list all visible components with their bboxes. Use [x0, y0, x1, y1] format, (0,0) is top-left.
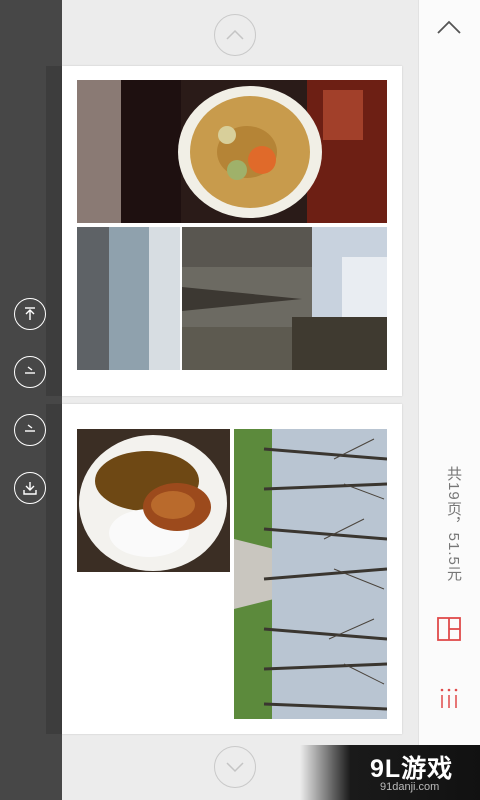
photo-sea[interactable]: [77, 227, 180, 370]
menu-button[interactable]: [439, 686, 459, 710]
park-image: [234, 429, 387, 719]
site-watermark: 9L游戏 91danji.com: [300, 745, 480, 800]
scroll-up-button[interactable]: [214, 14, 256, 56]
right-sidebar: [418, 0, 480, 800]
page-edge: [46, 404, 62, 734]
photo-railway[interactable]: [182, 227, 387, 370]
layout-toggle-button[interactable]: [436, 616, 462, 642]
jump-to-top-icon: [25, 307, 35, 320]
more-icon: [440, 688, 458, 708]
next-page-button[interactable]: [14, 414, 46, 446]
page-edge: [46, 66, 62, 396]
railway-image: [182, 227, 387, 370]
next-icon: [25, 424, 35, 432]
page-count-price: 共19页，51.5元: [445, 466, 462, 582]
scroll-down-button[interactable]: [214, 746, 256, 788]
album-page-1[interactable]: [62, 66, 402, 396]
chevron-down-icon: [226, 762, 244, 773]
first-page-button[interactable]: [14, 298, 46, 330]
photo-park[interactable]: [234, 429, 387, 719]
previous-page-button[interactable]: [14, 356, 46, 388]
watermark-title: 9L游戏: [370, 755, 454, 783]
chevron-up-icon: [437, 20, 461, 34]
collapse-button[interactable]: [436, 18, 462, 36]
photo-ramen[interactable]: [77, 80, 387, 223]
ramen-image: [77, 80, 387, 223]
download-icon: [23, 482, 37, 495]
sea-image: [77, 227, 180, 370]
previous-icon: [25, 366, 35, 374]
layout-icon: [437, 617, 461, 641]
curry-image: [77, 429, 230, 572]
album-page-2[interactable]: [62, 404, 402, 734]
chevron-up-icon: [226, 29, 244, 40]
last-page-button[interactable]: [14, 472, 46, 504]
photo-curry[interactable]: [77, 429, 230, 572]
watermark-url: 91danji.com: [380, 781, 440, 793]
